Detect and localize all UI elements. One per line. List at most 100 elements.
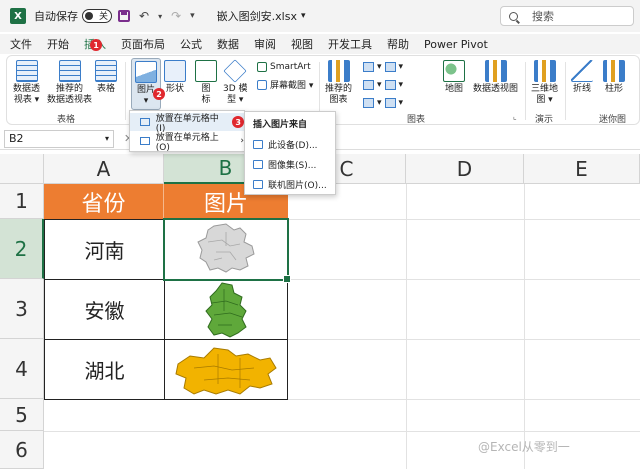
undo-icon[interactable]: ↶ <box>139 9 149 23</box>
shapes-button[interactable]: 形状 <box>164 60 186 95</box>
menu-item-online-pictures[interactable]: 联机图片(O)... <box>253 178 327 191</box>
pivot-table-label: 数据透 视表 ▾ <box>13 84 41 105</box>
tab-home[interactable]: 开始 <box>47 36 69 52</box>
dropdown-icon: ▾ <box>377 98 382 108</box>
line-chart-icon[interactable] <box>363 80 374 90</box>
name-box[interactable]: B2 ▾ <box>4 129 114 148</box>
recommended-charts-icon <box>327 60 350 82</box>
pivot-table-button[interactable]: 数据透 视表 ▾ <box>13 60 40 106</box>
scatter-chart-icon[interactable] <box>384 98 396 108</box>
sparkline-column-button[interactable]: 柱形 <box>603 60 625 95</box>
menu-item-this-device[interactable]: 此设备(D)... <box>253 138 318 151</box>
cell-a3[interactable]: 安徽 <box>44 279 165 340</box>
group-separator <box>565 62 566 120</box>
pie-chart-icon[interactable] <box>363 98 374 108</box>
menu-item-place-over-cell[interactable]: 放置在单元格上(O) › <box>130 132 244 153</box>
row-header-4[interactable]: 4 <box>0 339 44 399</box>
save-icon[interactable] <box>118 10 130 22</box>
redo-icon[interactable]: ↷ <box>171 9 181 23</box>
icons-button[interactable]: 图 标 <box>195 60 217 106</box>
customize-qat-icon[interactable]: ▾ <box>190 11 195 21</box>
this-device-label: 此设备(D)... <box>268 141 318 151</box>
statistic-chart-icon[interactable] <box>384 80 396 90</box>
tab-formulas[interactable]: 公式 <box>180 36 202 52</box>
cell-a1[interactable]: 省份 <box>44 184 164 219</box>
menu-item-stock-images[interactable]: 图像集(S)... <box>253 158 316 171</box>
pictures-button[interactable]: 图片 ▾ <box>131 58 161 110</box>
row-header-3[interactable]: 3 <box>0 279 44 339</box>
column-header-e[interactable]: E <box>524 154 640 184</box>
recommended-pivot-button[interactable]: 推荐的 数据透视表 <box>47 60 92 106</box>
3d-models-button[interactable]: 3D 模 型 ▾ <box>223 59 248 106</box>
watermark: @Excel从零到一 <box>478 440 570 454</box>
chart-type-row-3: ▾ ▾ <box>363 98 403 108</box>
autosave-toggle[interactable]: 关 <box>82 9 112 23</box>
smartart-button[interactable]: SmartArt <box>257 62 311 72</box>
autosave-label: 自动保存 <box>34 10 78 23</box>
column-chart-icon[interactable] <box>363 62 374 72</box>
row-header-2[interactable]: 2 <box>0 219 44 279</box>
dialog-launcher-icon[interactable]: ⌞ <box>513 112 517 121</box>
active-cell-selection <box>163 218 291 283</box>
toggle-state: 关 <box>98 12 108 22</box>
filename-dropdown-icon[interactable]: ▾ <box>301 11 306 21</box>
row-header-1[interactable]: 1 <box>0 184 44 219</box>
smartart-label: SmartArt <box>270 62 311 72</box>
step-badge-3: 3 <box>232 116 244 128</box>
tab-data[interactable]: 数据 <box>217 36 239 52</box>
chart-type-row-1: ▾ ▾ <box>363 62 403 72</box>
recommended-charts-button[interactable]: 推荐的 图表 <box>325 60 352 106</box>
online-pictures-label: 联机图片(O)... <box>268 181 327 191</box>
gridline <box>406 184 407 469</box>
row-header-5[interactable]: 5 <box>0 399 44 431</box>
sparkline-line-icon <box>571 60 593 82</box>
recommended-pivot-label: 推荐的 数据透视表 <box>47 84 93 105</box>
group-separator <box>125 62 126 120</box>
search-input[interactable]: 搜索 <box>500 6 634 26</box>
cell-a2[interactable]: 河南 <box>44 219 165 280</box>
file-name[interactable]: 嵌入图剑安.xlsx <box>217 8 297 24</box>
title-bar: X 自动保存 关 ↶ ▾ ↷ ▾ 嵌入图剑安.xlsx ▾ 搜索 <box>0 0 640 32</box>
3d-map-label: 三维地 图 ▾ <box>531 84 559 105</box>
search-placeholder: 搜索 <box>532 10 554 23</box>
ribbon-tabs: 文件 开始 插入 1 页面布局 公式 数据 审阅 视图 开发工具 帮助 Powe… <box>0 34 640 54</box>
group-label-sparklines: 迷你图 <box>599 115 627 125</box>
excel-logo-icon: X <box>10 8 26 24</box>
place-in-cell-icon <box>140 118 150 126</box>
place-over-cell-icon <box>140 137 150 145</box>
hubei-map-image[interactable] <box>174 344 280 398</box>
sparkline-line-button[interactable]: 折线 <box>571 60 593 95</box>
device-icon <box>253 140 263 149</box>
sparkline-line-label: 折线 <box>572 84 591 94</box>
tab-file[interactable]: 文件 <box>10 36 32 52</box>
row-header-6[interactable]: 6 <box>0 431 44 469</box>
online-pictures-icon <box>253 180 263 189</box>
tab-review[interactable]: 审阅 <box>254 36 276 52</box>
stock-images-icon <box>253 160 263 169</box>
tab-insert[interactable]: 插入 1 <box>84 36 106 52</box>
anhui-map-image[interactable] <box>202 281 250 339</box>
select-all-corner[interactable] <box>0 154 44 184</box>
icons-icon <box>195 60 217 82</box>
hierarchy-chart-icon[interactable] <box>384 62 396 72</box>
tab-page-layout[interactable]: 页面布局 <box>121 36 165 52</box>
tab-view[interactable]: 视图 <box>291 36 313 52</box>
tab-power-pivot[interactable]: Power Pivot <box>424 38 488 51</box>
table-button[interactable]: 表格 <box>95 60 117 95</box>
3d-models-label: 3D 模 型 ▾ <box>223 84 248 105</box>
column-header-d[interactable]: D <box>406 154 524 184</box>
tab-developer[interactable]: 开发工具 <box>328 36 372 52</box>
menu-item-place-in-cell[interactable]: 放置在单元格中(I) 3 <box>130 113 244 134</box>
submenu-header: 插入图片来自 <box>253 120 308 130</box>
maps-button[interactable]: 地图 <box>443 60 465 95</box>
column-header-a[interactable]: A <box>44 154 164 184</box>
undo-dropdown-icon[interactable]: ▾ <box>158 12 162 21</box>
tab-help[interactable]: 帮助 <box>387 36 409 52</box>
pictures-dropdown-menu: 放置在单元格中(I) 3 放置在单元格上(O) › <box>129 110 245 153</box>
worksheet-grid[interactable]: A B C D E 1 2 3 4 5 6 省份 图片 河南 安徽 湖北 <box>0 154 640 469</box>
pivot-chart-button[interactable]: 数据透视图 <box>473 60 518 95</box>
cell-a4[interactable]: 湖北 <box>44 339 165 400</box>
recommended-charts-label: 推荐的 图表 <box>325 84 353 105</box>
screenshot-button[interactable]: 屏幕截图 ▾ <box>257 78 313 91</box>
3d-map-button[interactable]: 三维地 图 ▾ <box>531 60 558 106</box>
